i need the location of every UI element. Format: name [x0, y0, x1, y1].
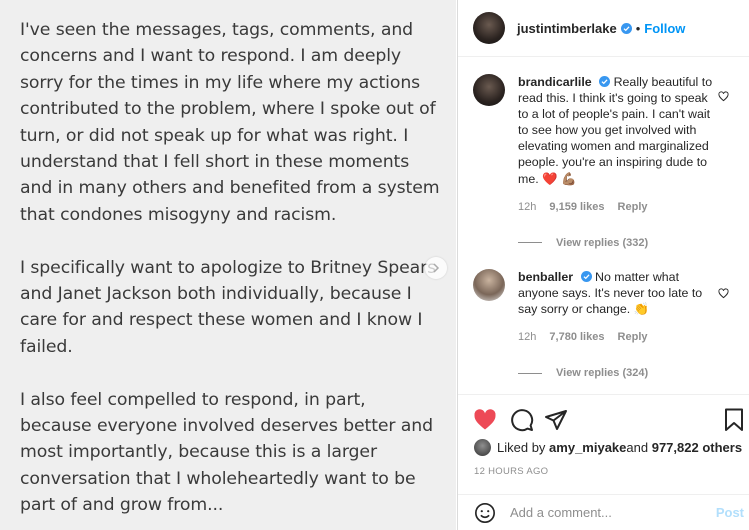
- comment-likes[interactable]: 7,780 likes: [549, 331, 604, 343]
- comment-bubble-icon[interactable]: [510, 408, 534, 432]
- share-paper-plane-icon[interactable]: [544, 408, 568, 432]
- liker-avatar[interactable]: [474, 439, 491, 456]
- post-paragraph-1: I've seen the messages, tags, comments, …: [20, 20, 440, 225]
- comment-item: brandicarlile Really beautiful to read t…: [458, 58, 749, 251]
- next-slide-button[interactable]: [425, 257, 447, 279]
- emoji-smiley-icon[interactable]: [474, 502, 496, 524]
- comment-like-heart-icon[interactable]: [718, 91, 729, 102]
- comment-time[interactable]: 12h: [518, 331, 536, 343]
- comment-meta: 12h 7,780 likes Reply: [518, 329, 718, 345]
- reply-button[interactable]: Reply: [618, 201, 648, 213]
- post-timestamp[interactable]: 12 HOURS AGO: [474, 466, 548, 477]
- comment-username[interactable]: benballer: [518, 270, 573, 284]
- follow-button[interactable]: Follow: [644, 21, 685, 36]
- verified-badge-icon: [580, 270, 592, 282]
- view-replies-button[interactable]: View replies (332): [518, 235, 718, 251]
- post-paragraph-2: I specifically want to apologize to Brit…: [20, 257, 437, 357]
- comment-like-heart-icon[interactable]: [718, 288, 729, 299]
- comment-meta: 12h 9,159 likes Reply: [518, 199, 718, 215]
- verified-badge-icon: [620, 22, 632, 34]
- post-comment-button[interactable]: Post: [716, 505, 744, 520]
- bookmark-icon[interactable]: [724, 408, 744, 432]
- comments-list[interactable]: brandicarlile Really beautiful to read t…: [458, 58, 749, 394]
- comment-username[interactable]: brandicarlile: [518, 75, 592, 89]
- likes-prefix: Liked by: [497, 440, 546, 455]
- comment-input[interactable]: [510, 505, 710, 520]
- reply-button[interactable]: Reply: [618, 331, 648, 343]
- likes-middle: and: [626, 440, 649, 455]
- like-heart-icon[interactable]: [473, 408, 497, 432]
- view-replies-label: View replies (324): [556, 367, 649, 380]
- likes-others-count[interactable]: 977,822 others: [652, 440, 742, 455]
- comment-time[interactable]: 12h: [518, 201, 536, 213]
- commenter-avatar[interactable]: [473, 74, 505, 106]
- author-username[interactable]: justintimberlake: [517, 21, 617, 36]
- post-image[interactable]: I've seen the messages, tags, comments, …: [0, 0, 456, 530]
- author-avatar[interactable]: [473, 12, 505, 44]
- add-comment-bar: Post: [458, 494, 749, 530]
- view-replies-label: View replies (332): [556, 236, 649, 249]
- post-sidebar: justintimberlake • Follow brandicarlile …: [457, 0, 749, 530]
- post-image-text: I've seen the messages, tags, comments, …: [20, 17, 440, 530]
- post-paragraph-3: I also feel compelled to respond, in par…: [20, 389, 434, 516]
- replies-divider: [518, 242, 542, 244]
- post-header: justintimberlake • Follow: [458, 0, 749, 57]
- replies-divider: [518, 372, 542, 374]
- comment-item: benballer No matter what anyone says. It…: [458, 251, 749, 381]
- view-replies-button[interactable]: View replies (324): [518, 365, 718, 381]
- liker-username[interactable]: amy_miyake: [549, 440, 626, 455]
- comment-likes[interactable]: 9,159 likes: [549, 201, 604, 213]
- comment-text: Really beautiful to read this. I think i…: [518, 75, 713, 186]
- commenter-avatar[interactable]: [473, 268, 505, 301]
- post-actions-bar: [458, 394, 749, 444]
- header-separator: •: [635, 20, 641, 36]
- likes-summary: Liked by amy_miyake and 977,822 others: [474, 439, 742, 456]
- verified-badge-icon: [599, 76, 611, 87]
- chevron-right-icon: [433, 263, 440, 273]
